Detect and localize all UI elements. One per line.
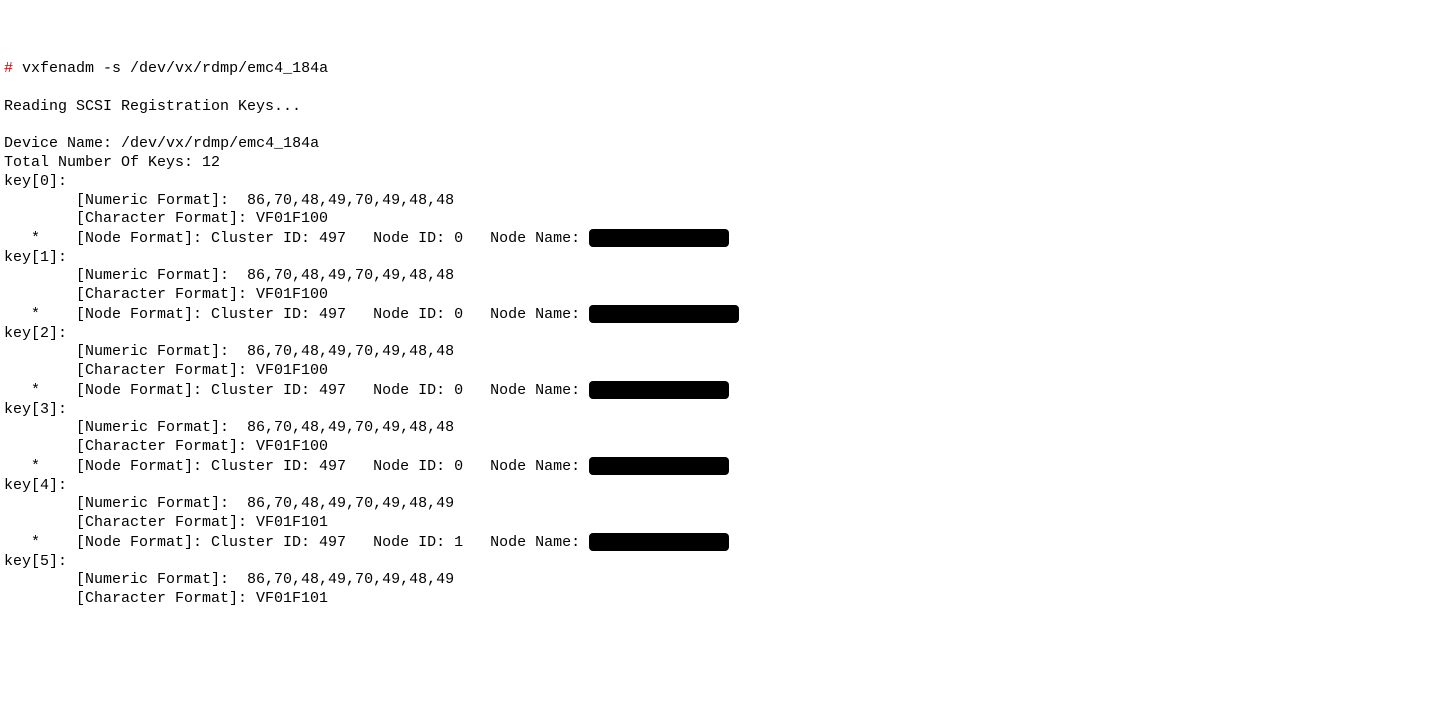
redacted-node-name xyxy=(589,305,739,323)
command-text: vxfenadm -s /dev/vx/rdmp/emc4_184a xyxy=(22,60,328,77)
key-label: key[5]: xyxy=(4,553,67,570)
redacted-node-name xyxy=(589,381,729,399)
node-format: [Node Format]: Cluster ID: 497 Node ID: … xyxy=(76,458,589,475)
key-label: key[1]: xyxy=(4,249,67,266)
redacted-node-name xyxy=(589,229,729,247)
numeric-format: [Numeric Format]: 86,70,48,49,70,49,48,4… xyxy=(76,343,454,360)
numeric-format: [Numeric Format]: 86,70,48,49,70,49,48,4… xyxy=(76,419,454,436)
char-format: [Character Format]: VF01F100 xyxy=(76,210,328,227)
numeric-format: [Numeric Format]: 86,70,48,49,70,49,48,4… xyxy=(76,571,454,588)
numeric-format: [Numeric Format]: 86,70,48,49,70,49,48,4… xyxy=(76,267,454,284)
total-keys-label: Total Number Of Keys: xyxy=(4,154,193,171)
terminal-output: # vxfenadm -s /dev/vx/rdmp/emc4_184a Rea… xyxy=(4,60,1449,609)
node-format: [Node Format]: Cluster ID: 497 Node ID: … xyxy=(76,230,589,247)
char-format: [Character Format]: VF01F100 xyxy=(76,362,328,379)
char-format: [Character Format]: VF01F100 xyxy=(76,286,328,303)
node-format: [Node Format]: Cluster ID: 497 Node ID: … xyxy=(76,306,589,323)
node-format: [Node Format]: Cluster ID: 497 Node ID: … xyxy=(76,382,589,399)
key-label: key[4]: xyxy=(4,477,67,494)
device-name-label: Device Name: xyxy=(4,135,112,152)
numeric-format: [Numeric Format]: 86,70,48,49,70,49,48,4… xyxy=(76,495,454,512)
key-label: key[3]: xyxy=(4,401,67,418)
char-format: [Character Format]: VF01F101 xyxy=(76,514,328,531)
redacted-node-name xyxy=(589,533,729,551)
key-label: key[0]: xyxy=(4,173,67,190)
key-label: key[2]: xyxy=(4,325,67,342)
node-format: [Node Format]: Cluster ID: 497 Node ID: … xyxy=(76,534,589,551)
total-keys-value: 12 xyxy=(202,154,220,171)
redacted-node-name xyxy=(589,457,729,475)
device-name-value: /dev/vx/rdmp/emc4_184a xyxy=(121,135,319,152)
prompt-symbol: # xyxy=(4,60,13,77)
char-format: [Character Format]: VF01F100 xyxy=(76,438,328,455)
reading-line: Reading SCSI Registration Keys... xyxy=(4,98,301,115)
char-format: [Character Format]: VF01F101 xyxy=(76,590,328,607)
numeric-format: [Numeric Format]: 86,70,48,49,70,49,48,4… xyxy=(76,192,454,209)
